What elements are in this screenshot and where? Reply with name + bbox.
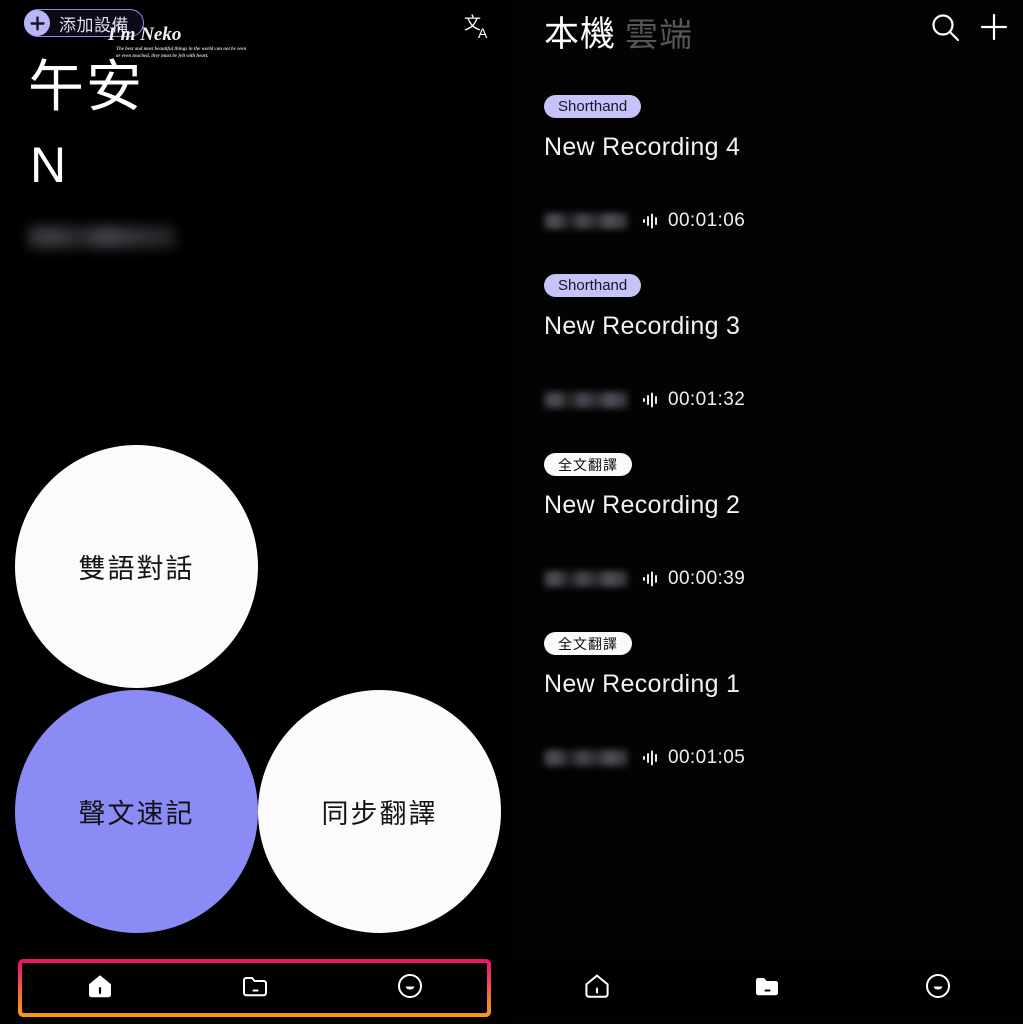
recordings-list: Shorthand New Recording 4 00:01:06 Shorthan… bbox=[512, 60, 1023, 776]
smiley-icon bbox=[396, 972, 424, 1005]
add-recording-button[interactable] bbox=[977, 10, 1011, 44]
nav-profile-button[interactable] bbox=[375, 965, 445, 1011]
recording-date-redacted bbox=[544, 392, 628, 408]
tab-cloud[interactable]: 雲端 bbox=[625, 8, 693, 56]
nav-home-button[interactable] bbox=[65, 965, 135, 1011]
plus-icon bbox=[24, 10, 50, 36]
recording-item[interactable]: 全文翻譯 New Recording 2 00:00:39 bbox=[512, 418, 1023, 597]
recording-date-redacted bbox=[544, 213, 628, 229]
recording-meta: 00:01:05 bbox=[544, 747, 745, 769]
recording-badge: 全文翻譯 bbox=[544, 453, 632, 476]
greeting-text: 午安 bbox=[28, 55, 144, 118]
redacted-account-text bbox=[28, 226, 176, 248]
nav-folder-button[interactable] bbox=[220, 965, 290, 1011]
recording-duration: 00:01:05 bbox=[668, 747, 746, 768]
recording-badge: Shorthand bbox=[544, 274, 642, 297]
waveform-icon bbox=[642, 750, 660, 766]
recording-date-redacted bbox=[544, 750, 628, 766]
search-icon[interactable] bbox=[928, 10, 962, 44]
app-root: 添加設備 文 A 午安 N 雙語對話 聲文速記 同步翻譯 I'm Neko Th… bbox=[0, 0, 1023, 1024]
add-device-button[interactable]: 添加設備 bbox=[24, 9, 144, 37]
greeting-username: N bbox=[30, 137, 67, 193]
recording-item[interactable]: Shorthand New Recording 4 00:01:06 bbox=[512, 60, 1023, 239]
recording-duration: 00:01:06 bbox=[668, 210, 746, 231]
recording-item[interactable]: 全文翻譯 New Recording 1 00:01:05 bbox=[512, 597, 1023, 776]
recording-duration: 00:01:32 bbox=[668, 389, 746, 410]
folder-icon bbox=[753, 972, 781, 1005]
shorthand-label: 聲文速記 bbox=[78, 799, 195, 829]
recording-title: New Recording 3 bbox=[544, 312, 741, 340]
smiley-icon bbox=[924, 972, 952, 1005]
recording-badge: 全文翻譯 bbox=[544, 632, 632, 655]
recording-title: New Recording 2 bbox=[544, 491, 741, 519]
recording-date-redacted bbox=[544, 571, 628, 587]
right-panel-recordings: 本機 雲端 Shorthand New Recording 4 00:01:06 Sh… bbox=[512, 0, 1023, 1024]
translate-icon[interactable]: 文 A bbox=[462, 12, 496, 42]
sync-translate-button[interactable]: 同步翻譯 bbox=[258, 690, 501, 933]
recording-meta: 00:01:32 bbox=[544, 389, 745, 411]
tab-local[interactable]: 本機 bbox=[544, 6, 616, 57]
shorthand-button[interactable]: 聲文速記 bbox=[15, 690, 258, 933]
waveform-icon bbox=[642, 213, 660, 229]
bilingual-conversation-button[interactable]: 雙語對話 bbox=[15, 445, 258, 688]
left-panel-home: 添加設備 文 A 午安 N 雙語對話 聲文速記 同步翻譯 I'm Neko Th… bbox=[0, 0, 512, 1024]
folder-icon bbox=[241, 972, 269, 1005]
nav-home-button[interactable] bbox=[562, 965, 632, 1011]
watermark-sub-line1: The best and most beautiful things in th… bbox=[116, 47, 247, 52]
bilingual-conversation-label: 雙語對話 bbox=[78, 554, 195, 584]
add-device-label: 添加設備 bbox=[59, 15, 129, 35]
recording-meta: 00:00:39 bbox=[544, 568, 745, 590]
nav-profile-button[interactable] bbox=[903, 965, 973, 1011]
waveform-icon bbox=[642, 571, 660, 587]
bottom-nav-right bbox=[512, 959, 1023, 1017]
sync-translate-label: 同步翻譯 bbox=[321, 799, 438, 829]
recording-meta: 00:01:06 bbox=[544, 210, 745, 232]
recordings-header: 本機 雲端 bbox=[512, 0, 1023, 60]
bottom-nav-highlighted bbox=[18, 959, 491, 1017]
home-icon bbox=[583, 972, 611, 1005]
recording-duration: 00:00:39 bbox=[668, 568, 746, 589]
home-icon bbox=[86, 972, 114, 1005]
svg-text:A: A bbox=[478, 25, 488, 41]
recording-badge: Shorthand bbox=[544, 95, 642, 118]
recording-title: New Recording 1 bbox=[544, 670, 741, 698]
nav-folder-button[interactable] bbox=[732, 965, 802, 1011]
waveform-icon bbox=[642, 392, 660, 408]
recording-item[interactable]: Shorthand New Recording 3 00:01:32 bbox=[512, 239, 1023, 418]
recording-title: New Recording 4 bbox=[544, 133, 741, 161]
